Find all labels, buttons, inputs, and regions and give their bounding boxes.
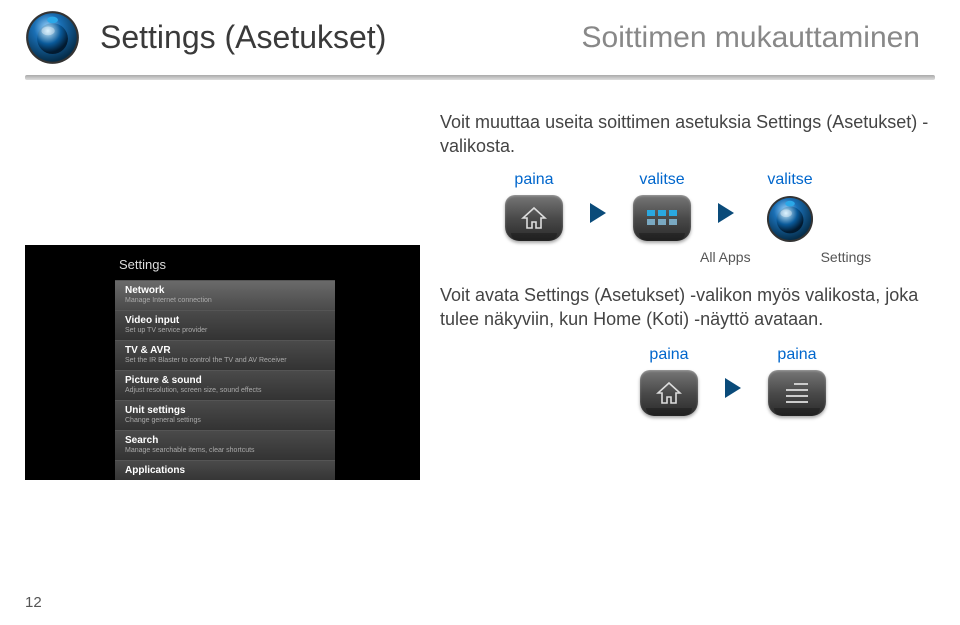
header-rule (25, 75, 935, 80)
screenshot-title: Settings (115, 257, 335, 272)
arrow-right-icon (590, 203, 606, 223)
intro-text: Voit muuttaa useita soittimen asetuksia … (440, 110, 930, 159)
screenshot-item: Network Manage Internet connection (115, 280, 335, 310)
all-apps-button-icon (633, 195, 691, 241)
arrow-right-icon (718, 203, 734, 223)
screenshot-item: TV & AVR Set the IR Blaster to control t… (115, 340, 335, 370)
page-subtitle: Soittimen mukauttaminen (582, 21, 936, 55)
step2-label-press-2: paina (777, 346, 816, 364)
settings-orb-icon (25, 10, 80, 65)
arrow-right-icon (725, 378, 741, 398)
all-apps-caption: All Apps (700, 249, 751, 265)
captions-row: All Apps Settings (700, 245, 940, 265)
step-label-press: paina (514, 171, 553, 189)
home-button-icon (505, 195, 563, 241)
settings-screenshot: Settings Network Manage Internet connect… (25, 245, 420, 480)
settings-caption: Settings (821, 249, 872, 265)
step-label-select-2: valitse (767, 171, 812, 189)
step2-label-press-1: paina (649, 346, 688, 364)
screenshot-item: Picture & sound Adjust resolution, scree… (115, 370, 335, 400)
page-title: Settings (Asetukset) (100, 19, 386, 56)
screenshot-item: Video input Set up TV service provider (115, 310, 335, 340)
step-label-select-1: valitse (639, 171, 684, 189)
screenshot-item: Search Manage searchable items, clear sh… (115, 430, 335, 460)
screenshot-item: Unit settings Change general settings (115, 400, 335, 430)
steps-row-2: paina paina (635, 346, 940, 416)
para-2: Voit avata Settings (Asetukset) -valikon… (440, 283, 940, 332)
screenshot-item: Applications (115, 460, 335, 480)
steps-row-1: paina valitse valitse (500, 171, 960, 243)
settings-orb-small-icon (766, 195, 814, 243)
menu-button-icon (768, 370, 826, 416)
home-button-icon (640, 370, 698, 416)
page-number: 12 (25, 594, 42, 611)
